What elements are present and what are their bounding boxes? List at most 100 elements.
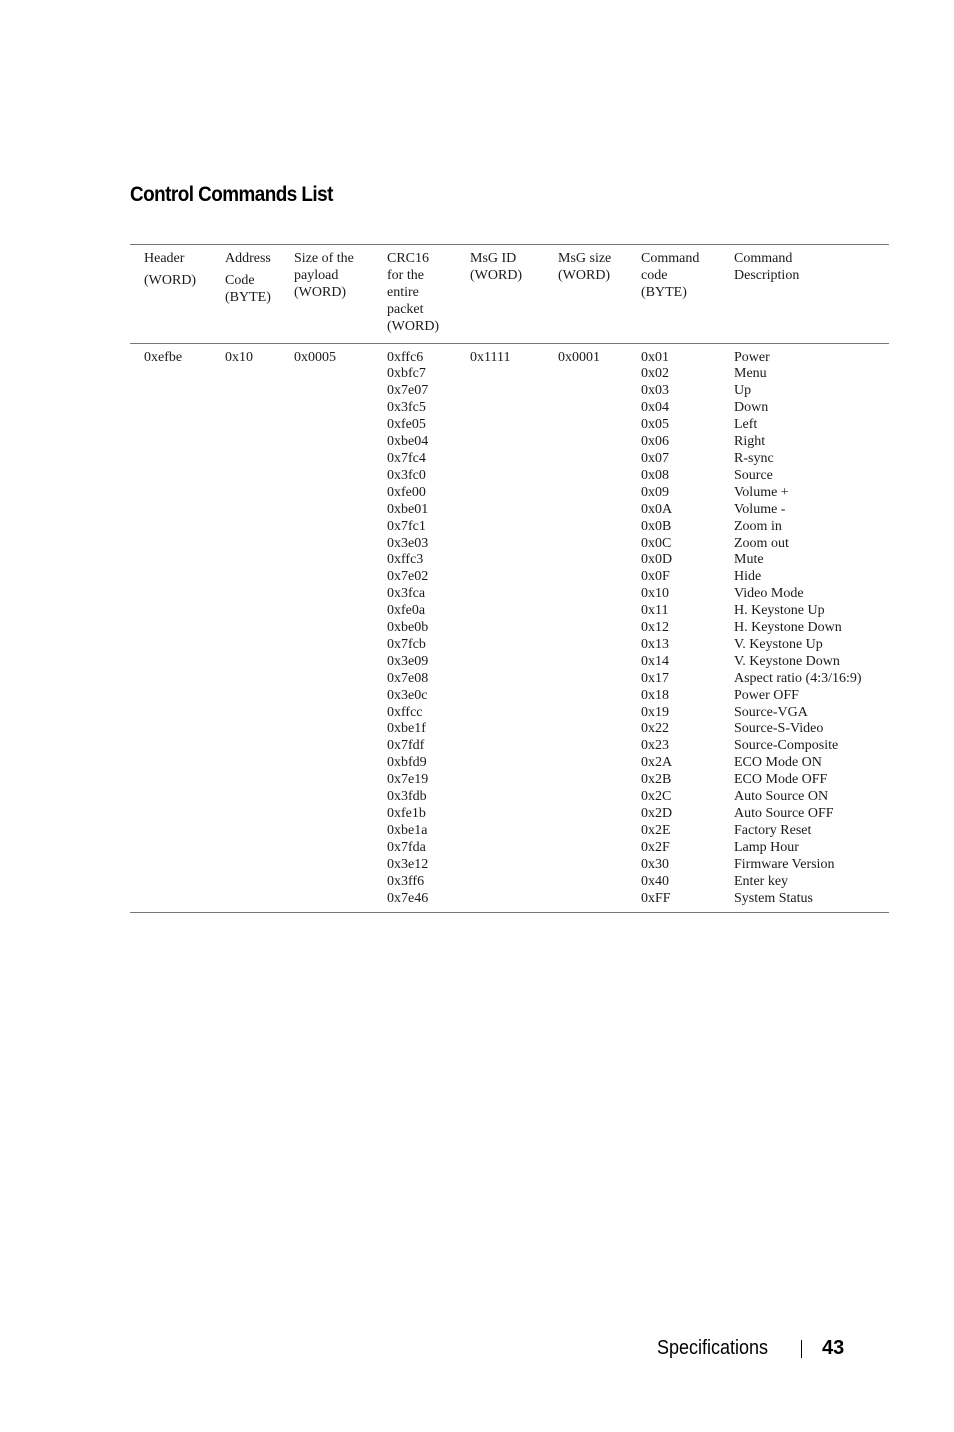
command-description-value: Right (734, 434, 766, 450)
command-description-value: Source-S-Video (734, 721, 824, 737)
command-description-value: Aspect ratio (4:3/16:9) (734, 670, 862, 686)
command-code-value: 0x02 (641, 366, 669, 382)
command-description-value: V. Keystone Up (734, 636, 823, 652)
column-header-msg-size: MsG size (WORD) (558, 245, 641, 344)
command-code-list-cell: 0x01 0x02 0x03 0x04 0x05 0x06 0x07 0x08 0x09 0x0A… (641, 343, 734, 913)
column-header-line: (WORD) (144, 272, 197, 288)
command-code-value: 0x23 (641, 738, 669, 754)
column-header-line: for the (387, 267, 424, 283)
command-description-value: Mute (734, 552, 764, 568)
footer-divider (801, 1339, 802, 1358)
crc16-value: 0xfe05 (387, 417, 426, 433)
crc16-value: 0xfe00 (387, 484, 426, 500)
crc16-value: 0xffcc (387, 704, 423, 720)
column-header-address-code: Address Code (BYTE) (225, 245, 294, 344)
crc16-value: 0xbfc7 (387, 366, 426, 382)
command-code-value: 0x2C (641, 789, 672, 805)
crc16-value: 0x3fc0 (387, 467, 426, 483)
column-header-line: MsG ID (470, 251, 517, 266)
command-code-value: 0x0D (641, 552, 673, 568)
command-description-value: ECO Mode ON (734, 755, 822, 771)
msg-id-cell: 0x1111 (470, 349, 511, 365)
crc16-value: 0x7e07 (387, 383, 429, 399)
crc16-value: 0xffc6 (387, 349, 424, 365)
column-header-line: Address (225, 251, 271, 266)
command-code-value: 0x04 (641, 400, 669, 416)
column-header-line: Header (144, 251, 185, 266)
command-description-value: Zoom out (734, 535, 789, 551)
command-description-value: Auto Source ON (734, 789, 829, 805)
column-header-line: (BYTE) (641, 284, 687, 300)
crc16-value: 0x7fcb (387, 636, 426, 652)
command-description-value: Lamp Hour (734, 839, 799, 855)
crc16-value: 0x7e02 (387, 569, 429, 585)
crc16-value: 0xbe01 (387, 501, 429, 517)
crc16-value: 0x7e19 (387, 772, 429, 788)
column-header-msg-id: MsG ID (WORD) (470, 245, 558, 344)
command-description-value: Power (734, 349, 770, 365)
column-header-payload-size: Size of the payload (WORD) (294, 245, 387, 344)
command-code-value: 0x0F (641, 569, 670, 585)
column-header-line: code (641, 267, 668, 283)
crc16-value: 0x7e08 (387, 670, 429, 686)
column-header-line: (BYTE) (225, 289, 271, 305)
crc16-value: 0x7fc1 (387, 518, 426, 534)
column-header-command-code: Command code (BYTE) (641, 245, 734, 344)
header-value-cell: 0xefbe (144, 349, 183, 365)
command-description-value: Down (734, 400, 769, 416)
column-header-line: Description (734, 267, 800, 283)
command-description-value: H. Keystone Up (734, 603, 825, 619)
command-description-value: Source-Composite (734, 738, 839, 754)
crc16-value: 0x3fc5 (387, 400, 426, 416)
command-code-value: 0xFF (641, 890, 671, 906)
command-description-value: Power OFF (734, 687, 799, 703)
command-code-value: 0x0A (641, 501, 673, 517)
command-code-value: 0x2E (641, 822, 671, 838)
command-code-value: 0x12 (641, 620, 669, 636)
column-header-header: Header (WORD) (130, 245, 225, 344)
column-header-line: Command (641, 251, 700, 266)
column-header-line: Code (225, 272, 255, 288)
page-title: Control Commands List (130, 183, 333, 207)
command-description-value: R-sync (734, 450, 774, 466)
command-code-value: 0x13 (641, 636, 669, 652)
command-code-value: 0x2D (641, 806, 673, 821)
command-description-value: V. Keystone Down (734, 653, 840, 669)
command-code-value: 0x05 (641, 417, 669, 433)
table-row: 0xefbe 0x10 0x0005 0xffc6 0xbfc7 0x7e07 0x3… (130, 343, 889, 913)
crc16-value: 0x7fda (387, 839, 426, 855)
command-code-value: 0x06 (641, 434, 669, 450)
msg-size-cell: 0x0001 (558, 349, 600, 365)
footer-section-name: Specifications (657, 1337, 769, 1359)
command-code-value: 0x01 (641, 349, 669, 365)
column-header-crc16: CRC16 for the entire packet (WORD) (387, 245, 470, 344)
command-code-value: 0x07 (641, 450, 669, 466)
crc16-value: 0xfe0a (387, 603, 426, 619)
command-code-value: 0x14 (641, 653, 669, 669)
crc16-value: 0xbfd9 (387, 755, 427, 771)
crc16-value: 0x7e46 (387, 890, 429, 906)
command-code-value: 0x08 (641, 467, 669, 483)
crc16-value: 0x3e09 (387, 653, 429, 669)
command-code-value: 0x10 (641, 586, 669, 602)
column-header-line: payload (294, 267, 339, 283)
command-code-value: 0x09 (641, 484, 669, 500)
command-description-value: Auto Source OFF (734, 806, 834, 821)
page-footer: Specifications 43 (657, 1337, 844, 1360)
command-description-value: Source-VGA (734, 704, 808, 720)
crc16-value: 0x7fdf (387, 738, 425, 754)
crc16-value: 0xbe04 (387, 434, 429, 450)
column-header-line: (WORD) (387, 318, 440, 334)
payload-size-cell: 0x0005 (294, 349, 336, 365)
column-header-line: Command (734, 251, 793, 266)
address-code-cell: 0x10 (225, 349, 253, 365)
column-header-line: (WORD) (294, 284, 347, 300)
command-code-value: 0x17 (641, 670, 669, 686)
crc16-value: 0xfe1b (387, 806, 426, 821)
command-code-value: 0x22 (641, 721, 669, 737)
command-description-value: Video Mode (734, 586, 804, 602)
command-code-value: 0x30 (641, 856, 669, 872)
command-description-list-cell: Power Menu Up Down Left Right R-sync Source Volu… (734, 343, 889, 913)
column-header-line: Size of the (294, 251, 354, 266)
command-description-value: ECO Mode OFF (734, 772, 828, 788)
